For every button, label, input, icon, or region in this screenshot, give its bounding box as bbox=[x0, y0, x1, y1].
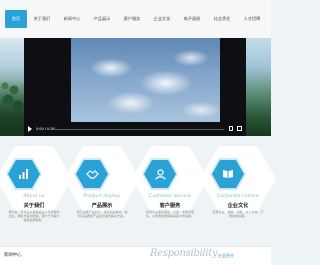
bar-chart-icon bbox=[8, 160, 40, 188]
book-icon bbox=[212, 160, 244, 188]
banner-trees bbox=[0, 80, 24, 136]
nav-item-culture[interactable]: 企业文化 bbox=[147, 10, 177, 28]
card-description: 我们主要产品系列，满足您的需求，提供高品质的产品和全面的解决方案。 bbox=[76, 210, 128, 219]
video-time: 0:00 / 0:26 bbox=[36, 127, 55, 131]
nav-item-responsibility[interactable]: 社会责任 bbox=[207, 10, 237, 28]
responsibility-heading-en: Responsibility bbox=[150, 248, 218, 259]
user-icon bbox=[144, 160, 176, 188]
card-en-title: Corporate culture bbox=[216, 194, 260, 199]
banner-landscape-right bbox=[246, 38, 271, 136]
card-products[interactable]: Product display 产品展示 我们主要产品系列，满足您的需求，提供高… bbox=[64, 136, 140, 246]
nav-item-brochure[interactable]: 电子画册 bbox=[177, 10, 207, 28]
card-description: 我们是一家专业从事精品设计与研发的企业，拥有丰富的经验，致力于为客户提供优质服务… bbox=[8, 210, 60, 223]
volume-icon[interactable] bbox=[229, 126, 233, 131]
hero-banner: 0:00 / 0:26 bbox=[0, 38, 271, 136]
main-nav: 首页 关于我们 新闻中心 产品展示 客户服务 企业文化 电子画册 社会责任 人才… bbox=[0, 10, 271, 28]
card-en-title: Product display bbox=[83, 194, 121, 199]
feature-cards: About us 关于我们 我们是一家专业从事精品设计与研发的企业，拥有丰富的经… bbox=[0, 136, 276, 246]
responsibility-heading-cn[interactable]: 社会责任 bbox=[218, 253, 234, 259]
video-player[interactable]: 0:00 / 0:26 bbox=[24, 38, 246, 136]
card-about[interactable]: About us 关于我们 我们是一家专业从事精品设计与研发的企业，拥有丰富的经… bbox=[0, 136, 72, 246]
fullscreen-icon[interactable] bbox=[237, 126, 242, 131]
video-frame-clouds bbox=[71, 38, 220, 122]
handshake-icon bbox=[76, 160, 108, 188]
card-service[interactable]: Customer service 客户服务 贯彻专业服务理念，打造一流服务团队，… bbox=[132, 136, 208, 246]
nav-item-jobs[interactable]: 人才招聘 bbox=[237, 10, 267, 28]
card-cn-title: 客户服务 bbox=[159, 203, 181, 209]
card-cn-title: 关于我们 bbox=[23, 203, 45, 209]
video-progress-bar[interactable] bbox=[54, 128, 224, 130]
news-center-heading[interactable]: 新闻中心 bbox=[4, 252, 22, 258]
card-cn-title: 企业文化 bbox=[227, 203, 249, 209]
nav-item-home[interactable]: 首页 bbox=[5, 10, 27, 28]
video-controls: 0:00 / 0:26 bbox=[24, 122, 246, 136]
nav-item-news[interactable]: 新闻中心 bbox=[57, 10, 87, 28]
card-en-title: About us bbox=[23, 194, 45, 199]
card-culture[interactable]: Corporate culture 企业文化 坚持专业、诚信、创新，以人为本，不… bbox=[200, 136, 276, 246]
card-cn-title: 产品展示 bbox=[91, 203, 113, 209]
card-description: 坚持专业、诚信、创新，以人为本，不断追求卓越。 bbox=[212, 210, 264, 219]
bottom-section-strip: 新闻中心 Responsibility 社会责任 bbox=[0, 246, 271, 265]
nav-item-about[interactable]: 关于我们 bbox=[27, 10, 57, 28]
card-description: 贯彻专业服务理念，打造一流服务团队，以优质的服务赢得客户的信赖。 bbox=[145, 210, 194, 219]
card-en-title: Customer service bbox=[149, 194, 191, 199]
nav-item-service[interactable]: 客户服务 bbox=[117, 10, 147, 28]
top-navigation-bar: 首页 关于我们 新闻中心 产品展示 客户服务 企业文化 电子画册 社会责任 人才… bbox=[0, 0, 271, 39]
play-icon[interactable] bbox=[28, 126, 32, 132]
nav-item-products[interactable]: 产品展示 bbox=[87, 10, 117, 28]
